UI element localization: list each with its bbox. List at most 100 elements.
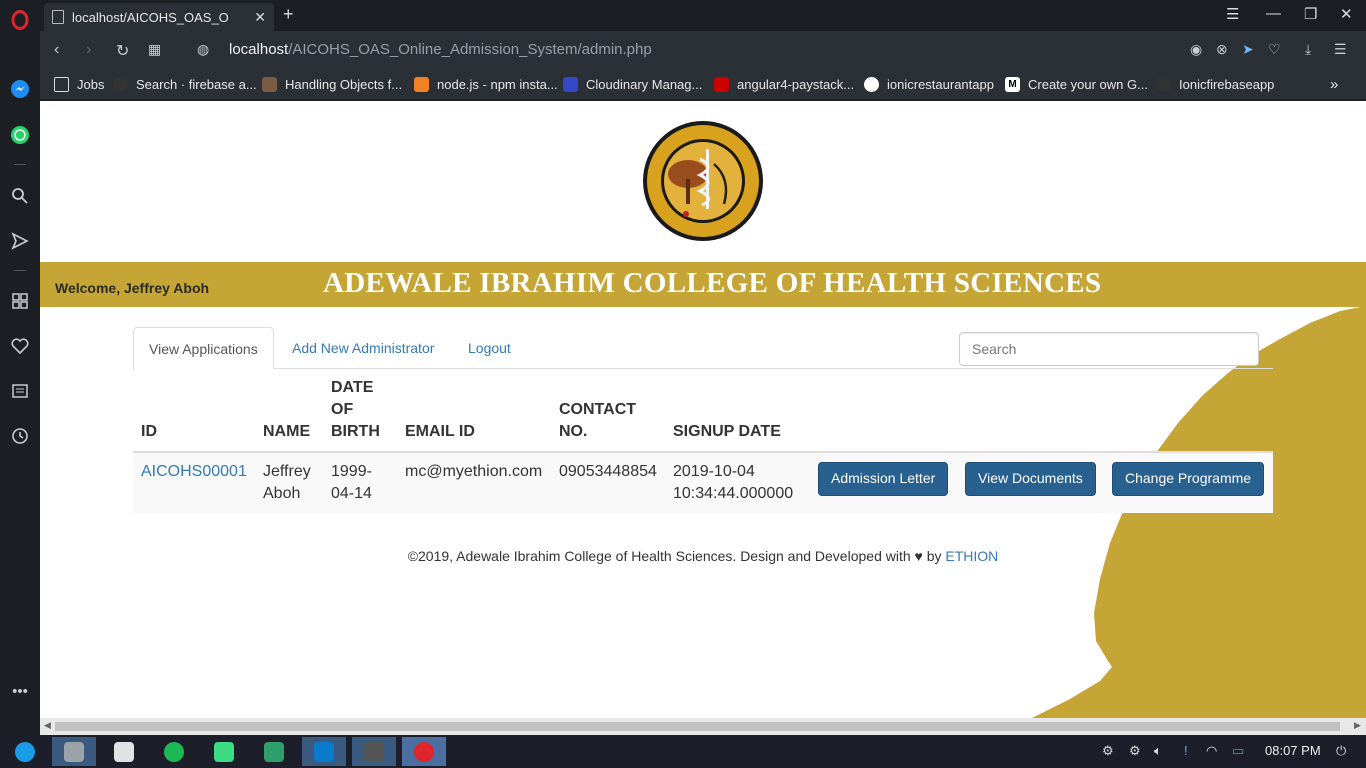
page-footer: ©2019, Adewale Ibrahim College of Health…	[40, 548, 1366, 564]
welcome-text: Welcome, Jeffrey Aboh	[55, 280, 210, 296]
minimize-icon[interactable]: —	[1266, 5, 1281, 22]
start-menu-icon[interactable]	[3, 737, 47, 766]
change-programme-button[interactable]: Change Programme	[1112, 462, 1265, 496]
bookmark-label: Create your own G...	[1028, 76, 1148, 92]
opera-sidebar: •••	[0, 0, 40, 735]
scrollbar-thumb[interactable]	[55, 722, 1340, 731]
cloudinary-icon	[563, 76, 578, 92]
video-player-icon[interactable]	[352, 737, 396, 766]
clock[interactable]: 08:07 PM	[1265, 743, 1321, 758]
history-icon[interactable]	[9, 425, 31, 447]
software-center-icon[interactable]	[102, 737, 146, 766]
adblock-icon[interactable]: ⊗	[1216, 41, 1228, 58]
bookmark-nodejs[interactable]: node.js - npm insta...	[414, 75, 558, 93]
settings-tool-icon[interactable]	[252, 737, 296, 766]
footer-text: ©2019, Adewale Ibrahim College of Health…	[407, 548, 942, 564]
close-window-icon[interactable]: ✕	[1340, 5, 1353, 23]
close-tab-icon[interactable]: ✕	[254, 9, 266, 26]
sidebar-divider	[14, 270, 26, 271]
browser-tab[interactable]: localhost/AICOHS_OAS_O ✕	[44, 3, 274, 31]
dob-line: 04-14	[331, 485, 372, 502]
header-contact-line: CONTACT	[559, 401, 637, 418]
bookmark-create-your-own[interactable]: M Create your own G...	[1005, 75, 1148, 93]
opera-logo-icon[interactable]	[9, 9, 31, 31]
cell-dob: 1999- 04-14	[331, 461, 372, 505]
cell-name: Jeffrey Aboh	[263, 461, 311, 505]
search-icon[interactable]	[9, 185, 31, 207]
news-icon[interactable]	[9, 380, 31, 402]
ethion-link[interactable]: ETHION	[945, 548, 998, 564]
tab-add-administrator[interactable]: Add New Administrator	[277, 327, 449, 369]
tab-menu-icon[interactable]: ☰	[1226, 5, 1239, 23]
messenger-icon[interactable]	[9, 78, 31, 100]
page-viewport: Welcome, Jeffrey Aboh ADEWALE IBRAHIM CO…	[40, 101, 1366, 718]
tab-title: localhost/AICOHS_OAS_O	[72, 9, 229, 25]
bookmark-ionicfirebaseapp[interactable]: Ionicfirebaseapp	[1156, 75, 1274, 93]
tab-view-applications[interactable]: View Applications	[133, 327, 274, 370]
more-bookmarks-icon[interactable]: »	[1330, 75, 1338, 93]
search-input[interactable]	[959, 332, 1259, 366]
header-contact-line: NO.	[559, 423, 588, 440]
camera-icon[interactable]: ◉	[1190, 41, 1202, 58]
send-page-icon[interactable]: ➤	[1242, 41, 1254, 58]
college-logo	[636, 119, 770, 243]
name-line: Jeffrey	[263, 463, 311, 480]
whatsapp-icon[interactable]	[9, 124, 31, 146]
admission-letter-button[interactable]: Admission Letter	[818, 462, 949, 496]
stackoverflow-icon	[414, 76, 429, 92]
heart-icon[interactable]	[9, 335, 31, 357]
view-documents-button[interactable]: View Documents	[965, 462, 1096, 496]
scroll-left-icon[interactable]: ◀	[44, 720, 51, 731]
spotify-icon[interactable]	[152, 737, 196, 766]
tab-logout[interactable]: Logout	[453, 327, 526, 369]
bookmark-label: Handling Objects f...	[285, 76, 403, 92]
ionic-icon	[864, 76, 879, 92]
notification-icon[interactable]: !	[1184, 743, 1188, 758]
send-icon[interactable]	[9, 230, 31, 252]
bookmark-label: ionicrestaurantapp	[887, 76, 994, 92]
tray-status-icon[interactable]: ⚙	[1102, 743, 1114, 759]
speed-dial-icon[interactable]	[9, 290, 31, 312]
android-studio-icon[interactable]	[202, 737, 246, 766]
easy-setup-icon[interactable]: ☰	[1334, 41, 1347, 58]
restore-icon[interactable]: ❐	[1304, 5, 1317, 23]
download-icon[interactable]: ⤓	[1305, 41, 1311, 58]
folder-icon	[54, 76, 69, 92]
bookmark-label: Ionicfirebaseapp	[1179, 76, 1275, 92]
npm-icon	[714, 76, 729, 92]
tray-network-icon[interactable]: ⚙	[1129, 743, 1141, 759]
more-icon[interactable]: •••	[9, 680, 31, 702]
wifi-icon[interactable]: ◠	[1206, 743, 1217, 759]
sidebar-divider	[14, 164, 26, 165]
table-row: AICOHS00001 Jeffrey Aboh 1999- 04-14 mc@…	[133, 453, 1273, 513]
back-icon[interactable]: ‹	[54, 41, 59, 59]
header-name: NAME	[263, 423, 311, 440]
power-icon[interactable]: ⏻	[1336, 743, 1346, 759]
header-id: ID	[141, 423, 157, 440]
bookmark-ionicrestaurantapp[interactable]: ionicrestaurantapp	[864, 75, 994, 93]
bookmark-angular-paystack[interactable]: angular4-paystack...	[714, 75, 854, 93]
file-manager-icon[interactable]	[52, 737, 96, 766]
battery-icon[interactable]: ▭	[1232, 743, 1244, 759]
bookmark-label: node.js - npm insta...	[437, 76, 558, 92]
site-info-icon[interactable]: ◍	[197, 41, 209, 58]
bookmark-heart-icon[interactable]: ♡	[1268, 41, 1281, 58]
tabs-grid-icon[interactable]: ▦	[148, 41, 161, 58]
horizontal-scrollbar[interactable]: ◀ ▶	[40, 718, 1366, 735]
bookmark-jobs[interactable]: Jobs	[54, 75, 104, 93]
applicant-id-link[interactable]: AICOHS00001	[141, 463, 247, 480]
new-tab-icon[interactable]: +	[283, 4, 294, 25]
bookmark-handling-objects[interactable]: Handling Objects f...	[262, 75, 402, 93]
opera-taskbar-icon[interactable]	[402, 737, 446, 766]
bookmark-search-firebase[interactable]: Search · firebase a...	[113, 75, 257, 93]
url-path: /AICOHS_OAS_Online_Admission_System/admi…	[288, 41, 652, 58]
signup-line: 10:34:44.000000	[673, 485, 794, 502]
reload-icon[interactable]: ↻	[116, 41, 129, 61]
cell-id: AICOHS00001	[141, 461, 247, 483]
forward-icon[interactable]: ›	[86, 41, 91, 59]
bookmark-cloudinary[interactable]: Cloudinary Manag...	[563, 75, 702, 93]
volume-icon[interactable]: 🔈︎	[1154, 743, 1162, 759]
scroll-right-icon[interactable]: ▶	[1354, 720, 1361, 731]
url-field[interactable]: localhost/AICOHS_OAS_Online_Admission_Sy…	[229, 41, 652, 58]
vscode-icon[interactable]	[302, 737, 346, 766]
